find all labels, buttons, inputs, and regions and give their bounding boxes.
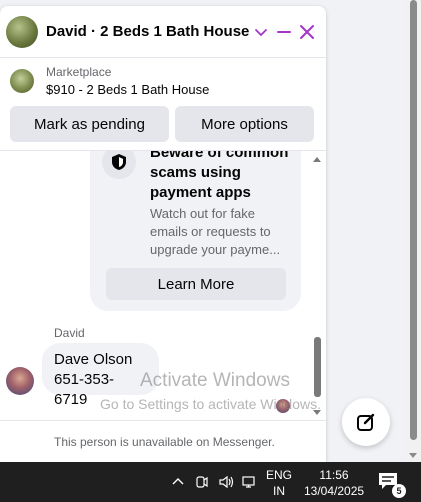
camera-icon[interactable] <box>194 474 210 490</box>
message-line-phone[interactable]: 651-353-6719 <box>54 370 147 410</box>
message-sender: David <box>54 326 85 340</box>
listing-source: Marketplace <box>46 65 112 79</box>
safety-card-description: Watch out for fake emails or requests to… <box>150 206 281 257</box>
safety-card: Beware of common scams using payment app… <box>90 151 301 311</box>
chevron-up-icon[interactable] <box>170 474 186 490</box>
learn-more-button[interactable]: Learn More <box>106 268 286 300</box>
message-scroll-down-arrow[interactable] <box>313 410 321 415</box>
listing-actions: Mark as pending More options <box>0 102 326 150</box>
sender-avatar[interactable] <box>6 367 34 395</box>
read-receipt-avatar <box>276 399 290 413</box>
clock-date: 13/04/2025 <box>304 484 365 498</box>
page-scroll-down-arrow[interactable] <box>409 453 417 458</box>
page-scrollbar-thumb[interactable] <box>410 0 417 440</box>
unavailable-notice: This person is unavailable on Messenger. <box>0 420 326 462</box>
notification-count-badge: 5 <box>392 484 406 498</box>
listing-info[interactable]: Marketplace $910 - 2 Beds 1 Bath House <box>0 58 326 102</box>
message-scrollbar[interactable] <box>313 157 321 415</box>
system-tray <box>170 462 258 502</box>
close-icon[interactable] <box>295 18 318 46</box>
shield-icon <box>102 151 136 179</box>
clock[interactable]: 11:56 13/04/2025 <box>304 467 364 499</box>
language-indicator[interactable]: ENG IN <box>266 467 292 499</box>
volume-icon[interactable] <box>218 474 234 490</box>
message-bubble[interactable]: Dave Olson 651-353-6719 <box>42 343 159 408</box>
mark-as-pending-button[interactable]: Mark as pending <box>10 106 169 142</box>
clock-time: 11:56 <box>319 468 349 482</box>
more-options-button[interactable]: More options <box>175 106 314 142</box>
message-scrollbar-thumb[interactable] <box>314 337 321 397</box>
chat-header[interactable]: David · 2 Beds 1 Bath House <box>0 6 326 58</box>
listing-thumbnail[interactable] <box>10 69 34 93</box>
page-scrollbar[interactable] <box>406 0 421 462</box>
chat-title[interactable]: David · 2 Beds 1 Bath House <box>46 23 249 40</box>
taskbar: ENG IN 11:56 13/04/2025 5 <box>0 462 421 502</box>
message-list[interactable]: Beware of common scams using payment app… <box>0 151 326 421</box>
network-icon[interactable] <box>242 474 258 490</box>
listing-name: $910 - 2 Beds 1 Bath House <box>46 82 210 97</box>
chevron-down-icon[interactable] <box>249 18 272 46</box>
language-code: ENG <box>266 468 293 482</box>
safety-card-title: Beware of common scams using payment app… <box>150 151 289 201</box>
notification-button[interactable]: 5 <box>378 472 406 498</box>
keyboard-region: IN <box>273 484 285 498</box>
message-scroll-up-arrow[interactable] <box>313 157 321 162</box>
compose-button[interactable] <box>342 398 390 446</box>
chat-window: David · 2 Beds 1 Bath House Marketplace … <box>0 6 326 462</box>
minimize-icon[interactable] <box>272 18 295 46</box>
message-line-name: Dave Olson <box>54 351 133 368</box>
compose-icon <box>357 413 375 431</box>
contact-avatar[interactable] <box>6 15 38 48</box>
